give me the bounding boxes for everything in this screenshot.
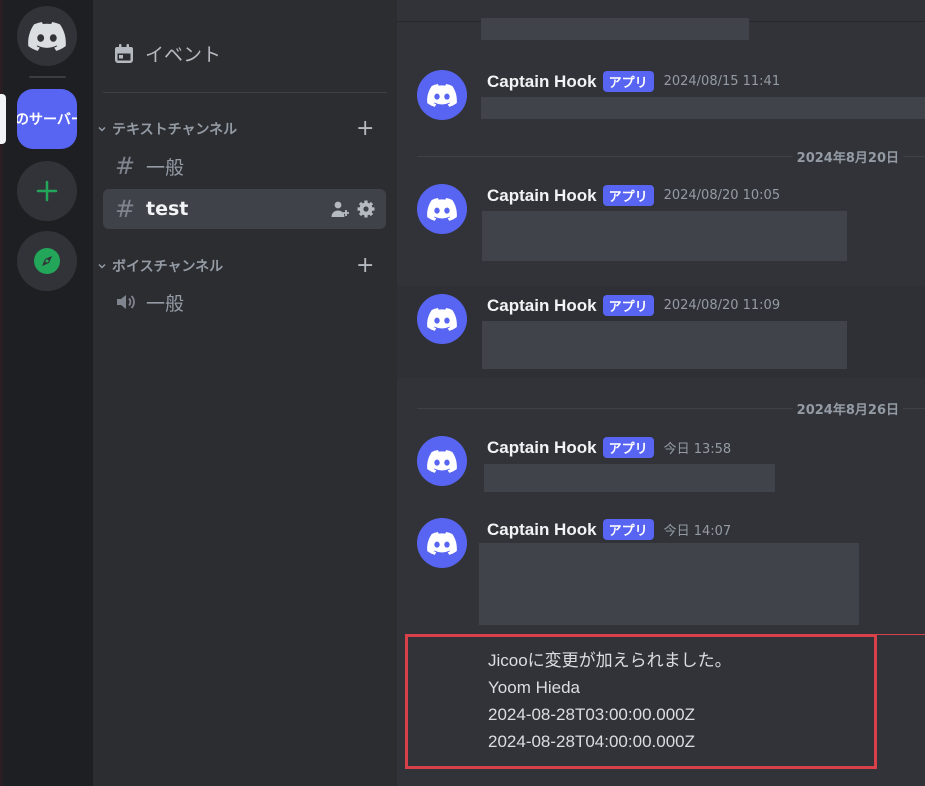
speaker-icon <box>117 295 135 309</box>
discord-logo-icon <box>427 197 457 221</box>
date-divider-label: 2024年8月26日 <box>792 399 903 418</box>
channel-test[interactable]: # test <box>103 189 386 229</box>
home-button[interactable] <box>17 6 77 66</box>
add-server-button[interactable] <box>17 161 77 221</box>
category-voice-channels[interactable]: ボイスチャンネル <box>97 256 223 276</box>
discord-logo-icon <box>427 83 457 107</box>
avatar[interactable] <box>417 518 467 568</box>
category-label: テキストチャンネル <box>112 122 238 138</box>
channel-sidebar: イベント テキストチャンネル + # 一般 # test ボイスチャンネル + … <box>93 0 397 786</box>
rail-separator <box>29 76 66 78</box>
app-badge: アプリ <box>602 519 654 540</box>
sidebar-separator <box>103 92 387 93</box>
redacted-content <box>482 211 847 261</box>
category-text-channels[interactable]: テキストチャンネル <box>97 119 237 139</box>
events-item[interactable]: イベント <box>113 40 221 67</box>
discord-logo-icon <box>427 449 457 473</box>
message-line: 2024-08-28T03:00:00.000Z <box>488 705 695 724</box>
gear-icon[interactable] <box>356 199 376 219</box>
author-name[interactable]: Captain Hook <box>487 438 597 458</box>
message-line: Jicooに変更が加えられました。 <box>488 651 732 670</box>
selected-server-indicator <box>0 94 6 144</box>
app-badge: アプリ <box>602 71 654 92</box>
date-divider: 2024年8月26日 <box>417 399 925 418</box>
message-header: Captain Hook アプリ 2024/08/20 10:05 <box>487 185 780 206</box>
app-badge: アプリ <box>602 185 654 206</box>
category-label: ボイスチャンネル <box>112 259 224 275</box>
author-name[interactable]: Captain Hook <box>487 72 597 92</box>
message-header: Captain Hook アプリ 今日 14:07 <box>487 519 731 540</box>
channel-name: test <box>146 198 189 220</box>
timestamp: 2024/08/20 10:05 <box>663 188 781 203</box>
message-header: Captain Hook アプリ 2024/08/15 11:41 <box>487 71 780 92</box>
events-label: イベント <box>145 44 222 66</box>
timestamp: 2024/08/15 11:41 <box>663 74 781 89</box>
author-name[interactable]: Captain Hook <box>487 520 597 540</box>
message-header: Captain Hook アプリ 2024/08/20 11:09 <box>487 295 780 316</box>
server-name: のサーバー <box>17 112 77 128</box>
date-divider-label: 2024年8月20日 <box>792 147 903 166</box>
compass-icon <box>34 248 60 274</box>
date-divider: 2024年8月20日 <box>417 147 925 166</box>
latest-message-content: Jicooに変更が加えられました。 Yoom Hieda 2024-08-28T… <box>488 647 732 755</box>
hash-icon: # <box>114 152 136 180</box>
explore-servers-button[interactable] <box>17 231 77 291</box>
create-voice-channel-button[interactable]: + <box>356 255 374 277</box>
message-line: Yoom Hieda <box>488 678 580 697</box>
redacted-content <box>481 18 749 40</box>
channel-general-voice[interactable]: 一般 <box>103 282 386 322</box>
channel-general-text[interactable]: # 一般 <box>103 146 386 186</box>
new-messages-line <box>877 634 925 635</box>
author-name[interactable]: Captain Hook <box>487 186 597 206</box>
message-line: 2024-08-28T04:00:00.000Z <box>488 732 695 751</box>
timestamp: 2024/08/20 11:09 <box>663 298 781 313</box>
avatar[interactable] <box>417 294 467 344</box>
calendar-icon <box>115 43 133 63</box>
channel-name: 一般 <box>146 292 185 315</box>
app-badge: アプリ <box>602 295 654 316</box>
avatar[interactable] <box>417 436 467 486</box>
chevron-down-icon <box>98 263 106 269</box>
author-name[interactable]: Captain Hook <box>487 296 597 316</box>
redacted-content <box>481 97 925 119</box>
redacted-content <box>479 543 859 625</box>
plus-icon <box>36 180 58 202</box>
chevron-down-icon <box>98 126 106 132</box>
discord-logo-icon <box>427 531 457 555</box>
hash-icon: # <box>114 195 136 223</box>
server-icon-current[interactable]: のサーバー <box>17 89 77 149</box>
redacted-content <box>482 321 847 369</box>
app-badge: アプリ <box>602 437 654 458</box>
message-header: Captain Hook アプリ 今日 13:58 <box>487 437 731 458</box>
avatar[interactable] <box>417 70 467 120</box>
create-text-channel-button[interactable]: + <box>356 118 374 140</box>
channel-name: 一般 <box>146 156 185 179</box>
invite-members-icon[interactable] <box>330 199 350 219</box>
timestamp: 今日 14:07 <box>663 524 732 539</box>
discord-logo-icon <box>427 307 457 331</box>
server-rail: のサーバー <box>0 0 93 786</box>
avatar[interactable] <box>417 184 467 234</box>
timestamp: 今日 13:58 <box>663 442 732 457</box>
discord-logo-icon <box>28 21 66 51</box>
redacted-content <box>484 464 775 492</box>
